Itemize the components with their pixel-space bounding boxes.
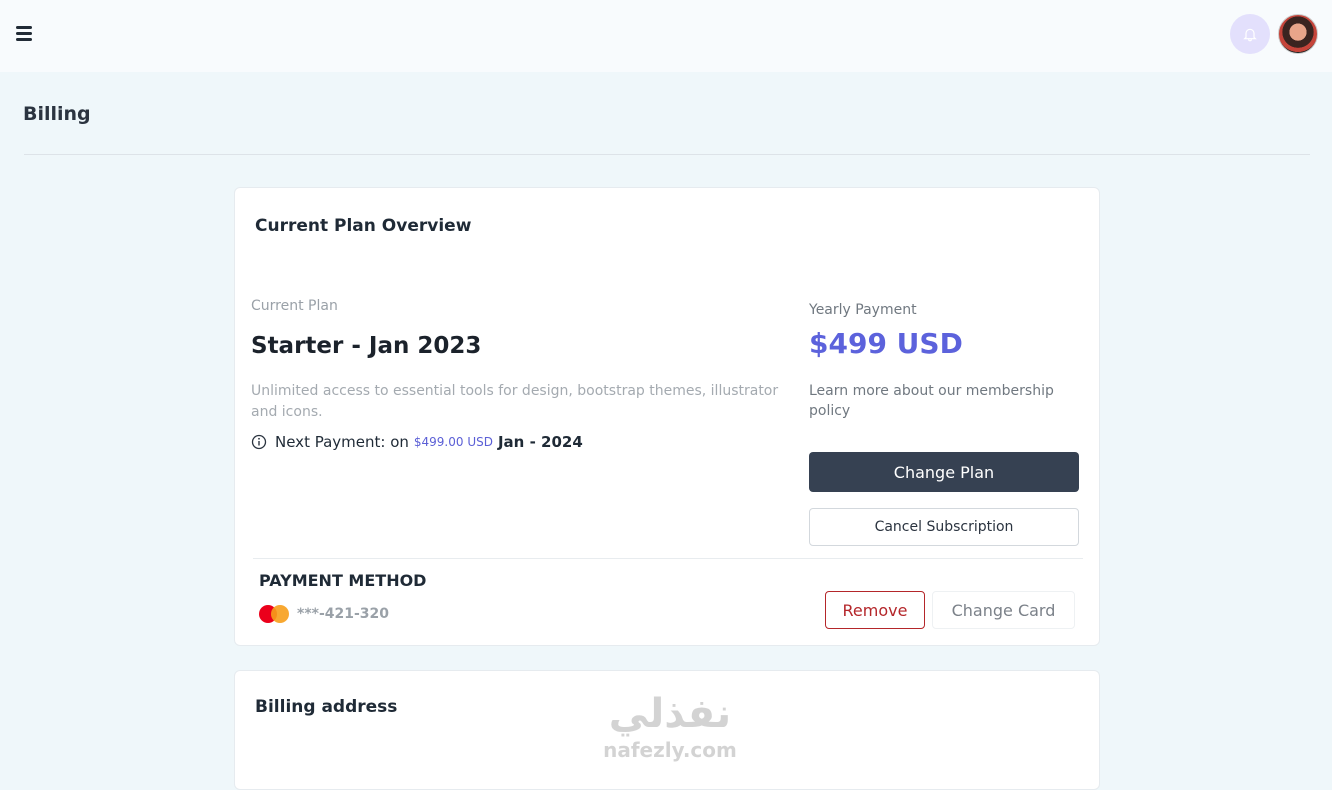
user-avatar[interactable] [1278,14,1318,54]
change-card-button[interactable]: Change Card [932,591,1075,629]
section-divider [253,558,1083,559]
page-divider [24,154,1310,155]
card-title: Current Plan Overview [255,216,472,236]
membership-policy-text: Learn more about our membership policy [809,383,1054,419]
page-title: Billing [23,103,91,125]
notifications-button[interactable] [1230,14,1270,54]
plan-price: $499 USD [809,327,963,360]
card-number: ***-421-320 [297,606,390,622]
change-plan-button[interactable]: Change Plan [809,452,1079,492]
remove-card-button[interactable]: Remove [825,591,925,629]
current-plan-card: Current Plan Overview Current Plan Start… [234,187,1100,646]
next-payment-info: Next Payment: on $499.00 USD Jan - 2024 [251,433,583,451]
watermark-latin: nafezly.com [603,738,737,762]
yearly-payment-label: Yearly Payment [809,302,917,318]
info-icon [251,434,267,450]
bell-icon [1243,28,1257,42]
payment-method-title: PAYMENT METHOD [259,571,427,590]
next-payment-amount: $499.00 USD [413,435,493,449]
payment-card-row: ***-421-320 [259,604,389,624]
next-payment-prefix: Next Payment: on [275,433,409,451]
cancel-subscription-button[interactable]: Cancel Subscription [809,508,1079,546]
current-plan-label: Current Plan [251,298,338,314]
billing-address-title: Billing address [255,697,398,717]
plan-name: Starter - Jan 2023 [251,333,482,359]
hamburger-menu-icon[interactable] [16,26,32,42]
top-bar [0,0,1332,72]
watermark-logo: نفذلي nafezly.com [580,690,760,775]
plan-description: Unlimited access to essential tools for … [251,383,779,420]
mastercard-icon [259,604,289,624]
watermark-arabic: نفذلي [608,691,732,737]
next-payment-date: Jan - 2024 [497,433,583,451]
